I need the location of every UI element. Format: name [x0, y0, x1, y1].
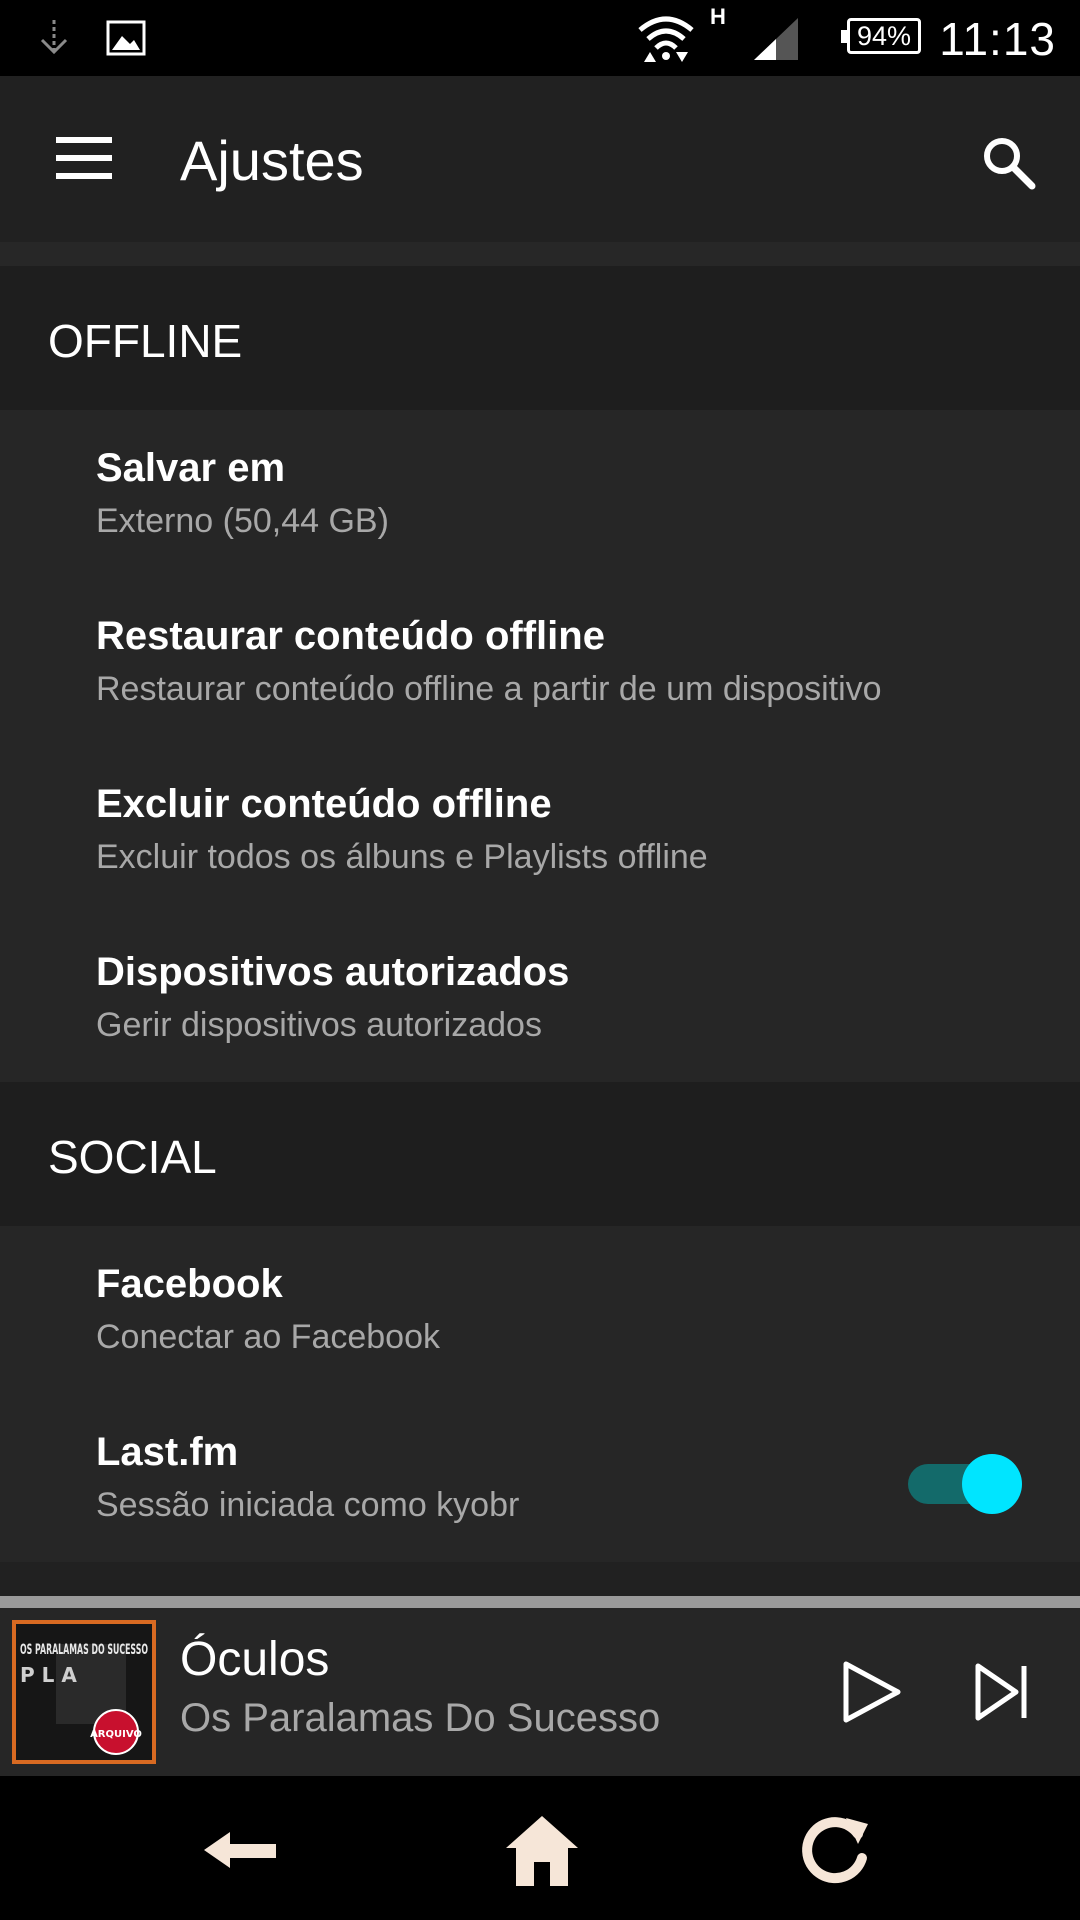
section-header-offline: OFFLINE	[0, 266, 1080, 410]
album-cover-image: OS PARALAMAS DO SUCESSO P L A ARQUIVO	[16, 1624, 152, 1760]
setting-save-location[interactable]: Salvar em Externo (50,44 GB)	[0, 410, 1080, 578]
battery-icon: 94%	[841, 18, 921, 54]
setting-subtitle: Gerir dispositivos autorizados	[96, 1006, 542, 1044]
setting-title: Facebook	[96, 1262, 283, 1306]
wifi-icon	[638, 16, 694, 62]
mini-player[interactable]: OS PARALAMAS DO SUCESSO P L A ARQUIVO Óc…	[0, 1608, 1080, 1776]
track-artist: Os Paralamas Do Sucesso	[180, 1696, 661, 1740]
setting-subtitle: Externo (50,44 GB)	[96, 502, 389, 540]
setting-authorized-devices[interactable]: Dispositivos autorizados Gerir dispositi…	[0, 914, 1080, 1082]
toggle-thumb	[962, 1454, 1022, 1514]
clock: 11:13	[939, 13, 1056, 65]
menu-icon[interactable]	[56, 137, 112, 179]
setting-facebook[interactable]: Facebook Conectar ao Facebook	[0, 1226, 1080, 1394]
lastfm-toggle[interactable]	[908, 1454, 1022, 1514]
svg-text:P L A: P L A	[20, 1663, 77, 1687]
section-title: OFFLINE	[48, 315, 243, 367]
setting-title: Dispositivos autorizados	[96, 950, 570, 994]
album-cover-badge: ARQUIVO	[90, 1729, 142, 1740]
network-type-label: H	[710, 4, 726, 29]
skip-next-icon[interactable]	[974, 1662, 1030, 1722]
search-icon[interactable]	[978, 132, 1038, 192]
setting-subtitle: Conectar ao Facebook	[96, 1318, 440, 1356]
home-icon[interactable]	[502, 1810, 582, 1890]
section-header-social: SOCIAL	[0, 1082, 1080, 1226]
setting-delete-offline[interactable]: Excluir conteúdo offline Excluir todos o…	[0, 746, 1080, 914]
page-title: Ajustes	[180, 129, 364, 192]
album-cover-text: OS PARALAMAS DO SUCESSO	[20, 1642, 148, 1658]
toolbar: Ajustes	[0, 76, 1080, 242]
setting-subtitle: Excluir todos os álbuns e Playlists offl…	[96, 838, 708, 876]
setting-title: Salvar em	[96, 446, 286, 490]
setting-lastfm[interactable]: Last.fm Sessão iniciada como kyobr	[0, 1394, 1080, 1562]
setting-title: Restaurar conteúdo offline	[96, 614, 605, 658]
toolbar-shadow	[0, 242, 1080, 266]
section-title: SOCIAL	[48, 1131, 217, 1183]
setting-subtitle: Restaurar conteúdo offline a partir de u…	[96, 670, 882, 708]
download-icon	[40, 20, 68, 55]
setting-title: Last.fm	[96, 1430, 239, 1474]
setting-restore-offline[interactable]: Restaurar conteúdo offline Restaurar con…	[0, 578, 1080, 746]
play-icon[interactable]	[842, 1660, 902, 1724]
status-bar: H 94% 11:13	[0, 0, 1080, 76]
album-art[interactable]: OS PARALAMAS DO SUCESSO P L A ARQUIVO	[12, 1620, 156, 1764]
track-title: Óculos	[180, 1633, 330, 1686]
signal-icon	[754, 18, 798, 60]
offline-settings-group: Salvar em Externo (50,44 GB) Restaurar c…	[0, 410, 1080, 1082]
back-icon[interactable]	[200, 1810, 280, 1890]
setting-title: Excluir conteúdo offline	[96, 782, 552, 826]
setting-subtitle: Sessão iniciada como kyobr	[96, 1486, 520, 1524]
system-nav-bar	[0, 1776, 1080, 1920]
social-settings-group: Facebook Conectar ao Facebook Last.fm Se…	[0, 1226, 1080, 1562]
battery-level: 94%	[856, 21, 912, 51]
player-progress-divider	[0, 1596, 1080, 1608]
recent-apps-icon[interactable]	[796, 1810, 876, 1890]
image-icon	[106, 20, 146, 56]
